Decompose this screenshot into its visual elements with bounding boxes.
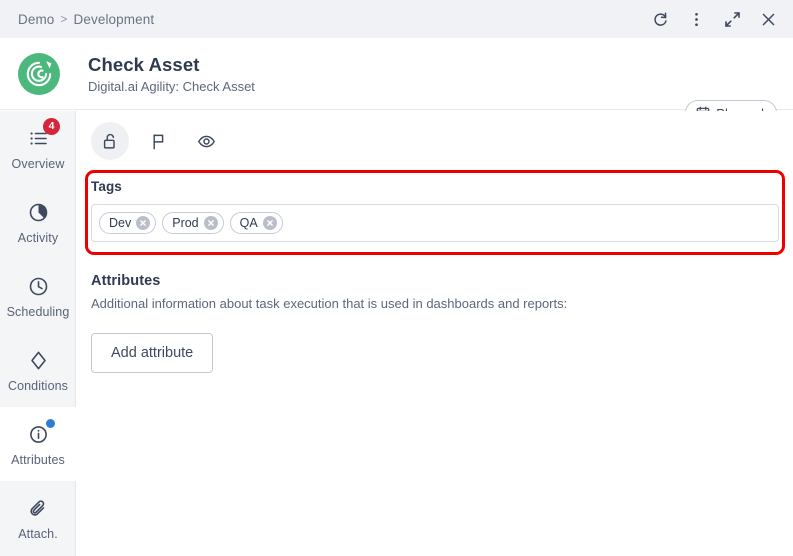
tag-chip-label: Prod (172, 216, 199, 230)
sidebar-item-scheduling[interactable]: Scheduling (0, 259, 76, 333)
sidebar-item-label: Conditions (7, 379, 69, 393)
close-icon (760, 11, 777, 28)
title-block: Check Asset Digital.ai Agility: Check As… (88, 54, 255, 95)
tag-chip[interactable]: Prod (162, 212, 224, 234)
tag-remove-icon[interactable] (262, 216, 277, 230)
tags-label: Tags (91, 179, 122, 194)
sidebar-item-label: Attributes (11, 453, 65, 467)
expand-icon (724, 11, 741, 28)
diamond-icon (25, 347, 51, 373)
sidebar-item-label: Activity (17, 231, 59, 245)
tag-remove-icon[interactable] (203, 216, 218, 230)
tag-chip[interactable]: QA (229, 212, 283, 234)
sidebar-item-label: Overview (11, 157, 65, 171)
sidebar-item-attachments[interactable]: Attach. (0, 481, 76, 555)
tag-chip-label: Dev (109, 216, 132, 230)
release-task-detail-window: Demo > Development Check Asset Digital.a… (0, 0, 793, 556)
breadcrumb-separator: > (60, 12, 68, 26)
attributes-panel: Tags Dev Prod QA Attributes Additional i… (77, 111, 793, 556)
window-action-buttons (645, 0, 783, 38)
detail-header: Check Asset Digital.ai Agility: Check As… (0, 38, 793, 126)
kebab-menu-icon (688, 11, 705, 28)
clock-icon (25, 273, 51, 299)
more-options-button[interactable] (681, 4, 711, 34)
sidebar-item-label: Attach. (18, 527, 58, 541)
preview-button[interactable] (187, 122, 225, 160)
refresh-icon (652, 11, 669, 28)
flag-button[interactable] (139, 122, 177, 160)
info-icon (25, 419, 55, 447)
breadcrumb-root[interactable]: Demo (18, 12, 54, 27)
detail-sidebar: 4 Overview Activity Scheduling Condition… (0, 111, 76, 556)
unlock-icon (101, 132, 120, 151)
agility-refresh-logo (16, 51, 62, 97)
sidebar-item-activity[interactable]: Activity (0, 185, 76, 259)
window-title-bar: Demo > Development (0, 0, 793, 38)
add-attribute-button[interactable]: Add attribute (91, 333, 214, 373)
tag-chip-label: QA (239, 216, 258, 230)
overview-badge-count: 4 (43, 118, 60, 135)
tags-field-group: Tags Dev Prod QA (91, 179, 779, 242)
breadcrumb: Demo > Development (18, 12, 154, 27)
close-button[interactable] (753, 4, 783, 34)
pie-chart-icon (25, 199, 51, 225)
list-icon: 4 (25, 118, 60, 151)
page-title: Check Asset (88, 54, 200, 75)
paperclip-icon (25, 495, 51, 521)
sidebar-item-conditions[interactable]: Conditions (0, 333, 76, 407)
expand-button[interactable] (717, 4, 747, 34)
tag-chip[interactable]: Dev (99, 212, 157, 234)
attributes-notification-dot (46, 419, 55, 428)
sidebar-item-attributes[interactable]: Attributes (0, 407, 76, 481)
tags-input[interactable]: Dev Prod QA (91, 204, 779, 242)
eye-icon (197, 132, 216, 151)
content-toolbar (91, 122, 225, 160)
page-subtitle: Digital.ai Agility: Check Asset (88, 79, 255, 94)
tag-remove-icon[interactable] (136, 216, 151, 230)
unlock-button[interactable] (91, 122, 129, 160)
refresh-button[interactable] (645, 4, 675, 34)
sidebar-item-label: Scheduling (6, 305, 70, 319)
attributes-title: Attributes (91, 273, 161, 289)
sidebar-item-overview[interactable]: 4 Overview (0, 111, 76, 185)
breadcrumb-current[interactable]: Development (74, 12, 155, 27)
flag-icon (149, 132, 168, 151)
attributes-description: Additional information about task execut… (91, 296, 568, 311)
attributes-section: Attributes Additional information about … (91, 273, 779, 373)
